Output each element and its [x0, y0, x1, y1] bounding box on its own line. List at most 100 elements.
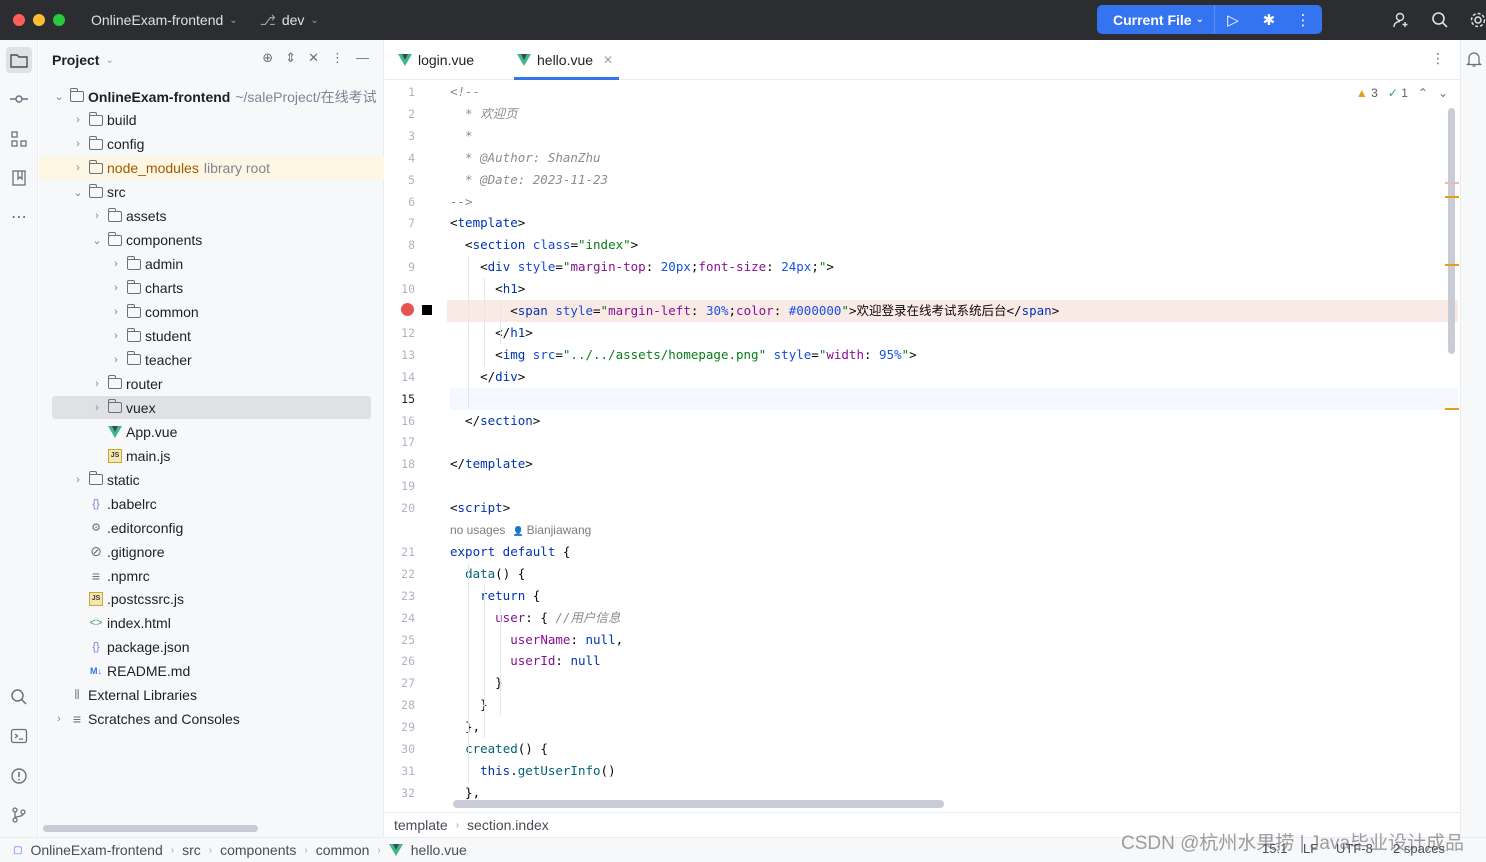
code-line[interactable]: }: [450, 672, 1458, 694]
tree-item-folder-common[interactable]: › common: [39, 301, 384, 324]
hide-panel-icon[interactable]: —: [356, 50, 369, 66]
project-switcher[interactable]: OnlineExam-frontend ⌄: [91, 12, 238, 28]
chevron-right-icon[interactable]: ›: [109, 330, 123, 342]
code-editor[interactable]: ▲ 3 ✓ 1 ⌃ ⌄ <!-- * 欢迎页 * * @Author: Shan…: [450, 80, 1458, 812]
usages-hint[interactable]: no usages: [450, 523, 505, 537]
code-line[interactable]: <section class="index">: [450, 234, 1458, 256]
more-tools-button[interactable]: ⋯: [6, 204, 32, 230]
code-line[interactable]: created() {: [450, 738, 1458, 760]
tree-item-folder-admin[interactable]: › admin: [39, 253, 384, 276]
tree-item-file-readme-md[interactable]: M↓ README.md: [39, 660, 384, 683]
tree-item-file-babelrc[interactable]: {} .babelrc: [39, 492, 384, 515]
code-vision-hint[interactable]: no usages 👤 Bianjiawang: [450, 519, 1458, 541]
editor-gutter[interactable]: 1 2 3 4 5 6 7 8 9 10 12 13 14 15 16 17 18 19 20 21 22 23 24 25 2…: [385, 80, 450, 812]
chevron-right-icon[interactable]: ›: [71, 114, 85, 126]
code-line[interactable]: [450, 431, 1458, 453]
line-number[interactable]: 18: [385, 457, 415, 471]
nav-path-components[interactable]: components: [220, 842, 296, 858]
line-number[interactable]: 15: [385, 392, 415, 406]
close-window-button[interactable]: [13, 14, 25, 26]
chevron-down-icon[interactable]: ⌄: [105, 55, 113, 66]
code-line[interactable]: *: [450, 125, 1458, 147]
code-line[interactable]: -->: [450, 191, 1458, 213]
line-number[interactable]: 6: [385, 195, 415, 209]
tree-item-external-libraries[interactable]: ⫼ External Libraries: [39, 684, 384, 707]
code-line[interactable]: return {: [450, 585, 1458, 607]
line-number[interactable]: 2: [385, 107, 415, 121]
line-number[interactable]: 30: [385, 742, 415, 756]
branch-switcher[interactable]: ⎇ dev ⌄: [260, 12, 319, 29]
tree-item-file-package-json[interactable]: {} package.json: [39, 636, 384, 659]
code-line[interactable]: <template>: [450, 212, 1458, 234]
tree-item-file-gitignore[interactable]: ⊘ .gitignore: [39, 540, 384, 563]
code-line[interactable]: * @Author: ShanZhu: [450, 147, 1458, 169]
expand-all-icon[interactable]: ⇕: [285, 50, 296, 66]
line-number[interactable]: 20: [385, 501, 415, 515]
code-line[interactable]: }: [450, 694, 1458, 716]
commit-tool-button[interactable]: [6, 86, 32, 112]
code-line[interactable]: <span style="margin-left: 30%;color: #00…: [450, 300, 1458, 322]
add-user-button[interactable]: [1389, 8, 1413, 32]
tree-item-project-root[interactable]: ⌄ OnlineExam-frontend ~/saleProject/在线考试: [39, 85, 384, 108]
line-number[interactable]: 10: [385, 282, 415, 296]
run-button[interactable]: ▷: [1215, 5, 1251, 34]
line-number[interactable]: 28: [385, 698, 415, 712]
code-line[interactable]: </div>: [450, 366, 1458, 388]
line-number[interactable]: 21: [385, 545, 415, 559]
chevron-down-icon[interactable]: ⌄: [71, 186, 85, 199]
chevron-right-icon[interactable]: ›: [90, 402, 104, 414]
options-icon[interactable]: ⋮: [331, 50, 344, 66]
git-tool-button[interactable]: [6, 802, 32, 828]
line-number[interactable]: 27: [385, 676, 415, 690]
line-number[interactable]: 13: [385, 348, 415, 362]
line-number[interactable]: 8: [385, 238, 415, 252]
zoom-window-button[interactable]: [53, 14, 65, 26]
tree-item-folder-node-modules[interactable]: › node_modules library root: [39, 156, 384, 180]
problems-tool-button[interactable]: [6, 763, 32, 789]
tree-item-file-index-html[interactable]: <> index.html: [39, 612, 384, 635]
line-number[interactable]: 12: [385, 326, 415, 340]
collapse-all-icon[interactable]: ✕: [308, 50, 319, 66]
editor-horizontal-scrollbar[interactable]: [453, 800, 944, 808]
tree-item-file-app-vue[interactable]: App.vue: [39, 420, 384, 443]
chevron-right-icon[interactable]: ›: [71, 474, 85, 486]
chevron-right-icon[interactable]: ›: [109, 306, 123, 318]
line-number[interactable]: 3: [385, 129, 415, 143]
line-number[interactable]: 7: [385, 216, 415, 230]
tree-item-file-editorconfig[interactable]: ⚙ .editorconfig: [39, 516, 384, 539]
tree-item-file-postcssrc-js[interactable]: JS .postcssrc.js: [39, 588, 384, 611]
tree-item-folder-teacher[interactable]: › teacher: [39, 348, 384, 371]
tree-item-folder-src[interactable]: ⌄ src: [39, 181, 384, 204]
chevron-down-icon[interactable]: ⌄: [52, 90, 66, 103]
project-tool-button[interactable]: [6, 47, 32, 73]
line-number[interactable]: 32: [385, 786, 415, 800]
tree-item-file-main-js[interactable]: JS main.js: [39, 444, 384, 467]
chevron-right-icon[interactable]: ›: [52, 713, 66, 725]
code-line[interactable]: <script>: [450, 497, 1458, 519]
run-config-selector[interactable]: Current File ⌄: [1097, 5, 1215, 34]
more-run-actions-button[interactable]: ⋮: [1287, 5, 1319, 34]
code-line[interactable]: data() {: [450, 563, 1458, 585]
next-highlight-icon[interactable]: ⌄: [1438, 86, 1448, 100]
warning-stripe-mark[interactable]: [1445, 264, 1459, 266]
breadcrumb-template[interactable]: template: [394, 817, 448, 833]
line-number[interactable]: 29: [385, 720, 415, 734]
warning-stripe-mark[interactable]: [1445, 408, 1459, 410]
debug-button[interactable]: ✱: [1251, 5, 1287, 34]
tree-item-folder-build[interactable]: › build: [39, 109, 384, 132]
line-number[interactable]: 9: [385, 260, 415, 274]
chevron-down-icon[interactable]: ⌄: [90, 234, 104, 247]
chevron-right-icon[interactable]: ›: [109, 354, 123, 366]
tree-item-folder-components[interactable]: ⌄ components: [39, 229, 384, 252]
line-number[interactable]: 25: [385, 633, 415, 647]
settings-button[interactable]: [1466, 8, 1486, 32]
code-line[interactable]: </section>: [450, 410, 1458, 432]
tree-item-folder-charts[interactable]: › charts: [39, 277, 384, 300]
project-scrollbar[interactable]: [43, 825, 258, 832]
line-number[interactable]: 17: [385, 435, 415, 449]
locate-file-icon[interactable]: ⊕: [262, 50, 273, 66]
code-line[interactable]: this.getUserInfo(): [450, 760, 1458, 782]
line-number[interactable]: 31: [385, 764, 415, 778]
breadcrumb-section-index[interactable]: section.index: [467, 817, 549, 833]
tree-item-folder-static[interactable]: › static: [39, 468, 384, 491]
